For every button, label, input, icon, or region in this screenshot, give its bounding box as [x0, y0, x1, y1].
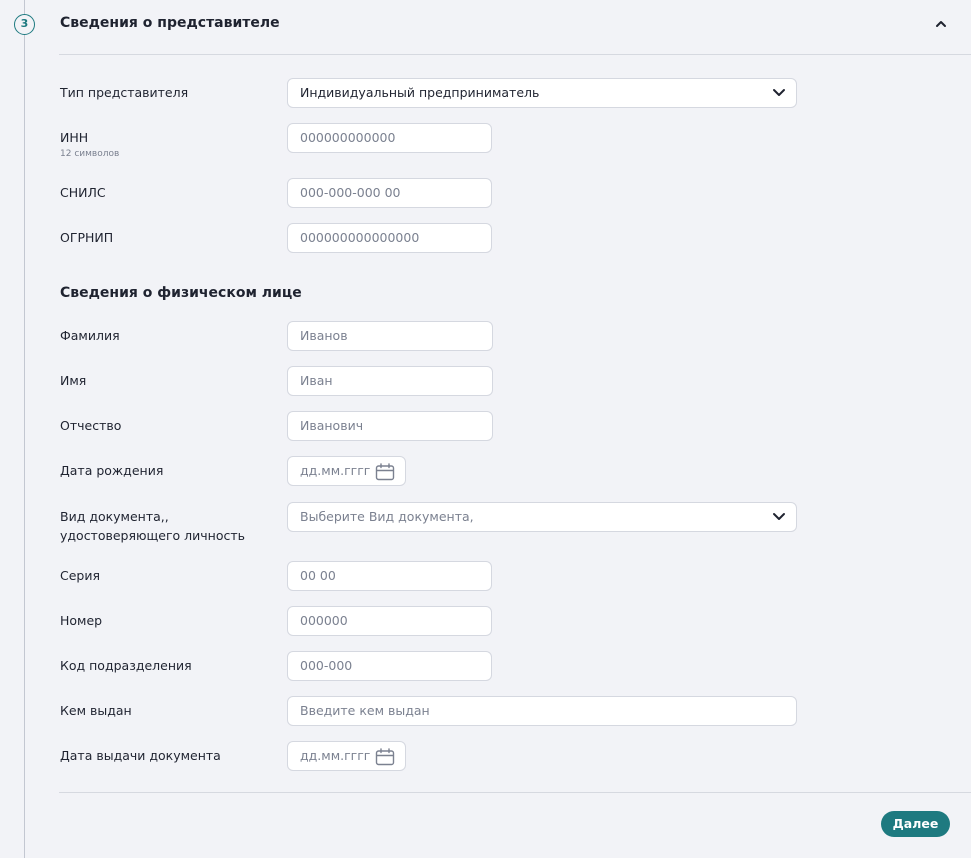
inn-placeholder: 000000000000	[300, 130, 396, 145]
chevron-down-icon	[773, 513, 785, 520]
snils-input[interactable]: 000-000-000 00	[287, 178, 492, 208]
stepper-line	[24, 0, 25, 858]
division-code-placeholder: 000-000	[300, 658, 353, 673]
doc-type-label-line2: удостоверяющего личность	[60, 528, 246, 543]
ogrnip-placeholder: 000000000000000	[300, 230, 420, 245]
person-subsection-title: Сведения о физическом лице	[60, 285, 302, 301]
section-title: Сведения о представителе	[60, 15, 280, 31]
last-name-label: Фамилия	[60, 328, 120, 343]
series-placeholder: 00 00	[300, 568, 336, 583]
next-button[interactable]: Далее	[881, 811, 950, 837]
patronymic-input[interactable]: Иванович	[287, 411, 493, 441]
inn-hint: 12 символов	[60, 149, 120, 159]
first-name-placeholder: Иван	[300, 373, 333, 388]
first-name-label: Имя	[60, 373, 87, 388]
chevron-down-icon	[773, 89, 785, 96]
issue-date-placeholder: дд.мм.гггг	[300, 748, 371, 763]
birth-date-label: Дата рождения	[60, 463, 164, 478]
first-name-input[interactable]: Иван	[287, 366, 493, 396]
form-footer-divider	[59, 792, 971, 793]
snils-label: СНИЛС	[60, 185, 106, 200]
representative-type-value: Индивидуальный предприниматель	[300, 85, 540, 100]
calendar-icon[interactable]	[375, 463, 395, 481]
inn-label: ИНН	[60, 130, 89, 145]
doc-type-select[interactable]: Выберите Вид документа,	[287, 502, 797, 532]
number-input[interactable]: 000000	[287, 606, 492, 636]
chevron-up-icon	[936, 21, 946, 27]
doc-type-placeholder: Выберите Вид документа,	[300, 509, 474, 524]
number-placeholder: 000000	[300, 613, 348, 628]
ogrnip-input[interactable]: 000000000000000	[287, 223, 492, 253]
snils-placeholder: 000-000-000 00	[300, 185, 401, 200]
series-label: Серия	[60, 568, 100, 583]
ogrnip-label: ОГРНИП	[60, 230, 114, 245]
issue-date-input[interactable]: дд.мм.гггг	[287, 741, 406, 771]
representative-type-label: Тип представителя	[60, 85, 189, 100]
doc-type-label-line1: Вид документа,,	[60, 509, 169, 524]
division-code-label: Код подразделения	[60, 658, 192, 673]
number-label: Номер	[60, 613, 103, 628]
issued-by-label: Кем выдан	[60, 703, 132, 718]
collapse-section-button[interactable]	[932, 16, 950, 32]
patronymic-label: Отчество	[60, 418, 122, 433]
birth-date-placeholder: дд.мм.гггг	[300, 463, 371, 478]
birth-date-input[interactable]: дд.мм.гггг	[287, 456, 406, 486]
calendar-icon[interactable]	[375, 748, 395, 766]
division-code-input[interactable]: 000-000	[287, 651, 492, 681]
representative-type-select[interactable]: Индивидуальный предприниматель	[287, 78, 797, 108]
last-name-input[interactable]: Иванов	[287, 321, 493, 351]
step-number-badge: 3	[14, 14, 35, 35]
series-input[interactable]: 00 00	[287, 561, 492, 591]
patronymic-placeholder: Иванович	[300, 418, 364, 433]
inn-input[interactable]: 000000000000	[287, 123, 492, 153]
issued-by-input[interactable]: Введите кем выдан	[287, 696, 797, 726]
issue-date-label: Дата выдачи документа	[60, 748, 221, 763]
issued-by-placeholder: Введите кем выдан	[300, 703, 430, 718]
last-name-placeholder: Иванов	[300, 328, 348, 343]
section-header-divider	[59, 54, 971, 55]
